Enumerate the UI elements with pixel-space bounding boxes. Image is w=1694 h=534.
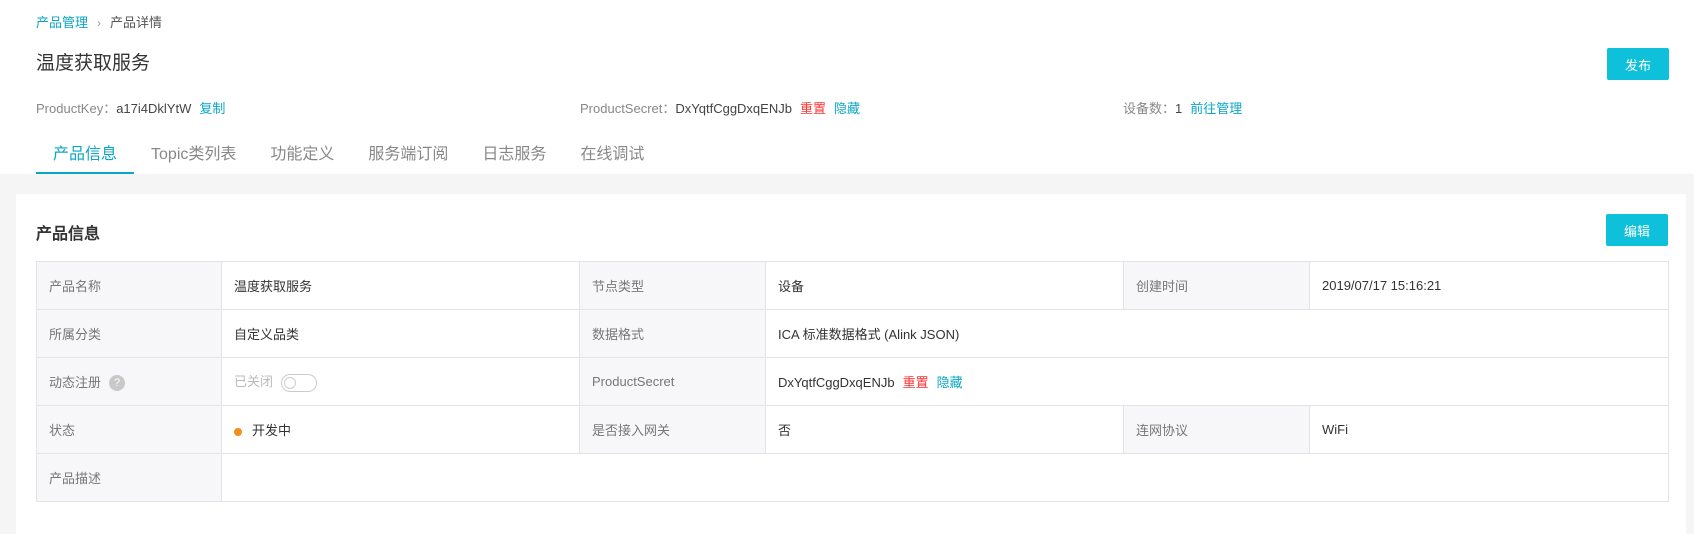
copy-link[interactable]: 复制	[199, 101, 225, 116]
publish-button[interactable]: 发布	[1607, 48, 1669, 80]
breadcrumb-current: 产品详情	[110, 15, 163, 30]
breadcrumb-separator-icon: ›	[97, 16, 102, 30]
table-row: 状态 开发中 是否接入网关 否 连网协议 WiFi	[36, 405, 1669, 454]
node-type-value: 设备	[765, 261, 1124, 310]
table-row: 所属分类 自定义品类 数据格式 ICA 标准数据格式 (Alink JSON)	[36, 309, 1669, 358]
toggle-knob-icon	[284, 376, 297, 389]
created-time-value: 2019/07/17 15:16:21	[1309, 261, 1669, 310]
reset-secret-link[interactable]: 重置	[800, 101, 826, 116]
tab-product-info[interactable]: 产品信息	[36, 128, 135, 174]
created-time-label: 创建时间	[1123, 261, 1310, 310]
tab-server-subscription[interactable]: 服务端订阅	[351, 128, 465, 174]
tab-online-debug[interactable]: 在线调试	[563, 128, 661, 174]
product-name-value: 温度获取服务	[221, 261, 580, 310]
node-type-label: 节点类型	[579, 261, 766, 310]
device-count-value: 1	[1175, 101, 1183, 116]
device-count-label: 设备数：	[1123, 101, 1176, 116]
data-format-label: 数据格式	[579, 309, 766, 358]
hide-secret-table-link[interactable]: 隐藏	[937, 375, 963, 390]
tab-topic-list[interactable]: Topic类列表	[134, 128, 253, 174]
product-secret-label: ProductSecret：	[580, 101, 676, 116]
product-secret-value: DxYqtfCggDxqENJb	[675, 101, 792, 116]
help-icon[interactable]: ?	[109, 375, 126, 392]
product-info-table: 产品名称 温度获取服务 节点类型 设备 创建时间 2019/07/17 15:1…	[36, 261, 1669, 502]
secret-cell: DxYqtfCggDxqENJb 重置 隐藏	[765, 357, 1669, 406]
dynamic-registration-cell: 动态注册?	[36, 357, 222, 406]
product-name-label: 产品名称	[36, 261, 222, 310]
card-title: 产品信息	[36, 226, 101, 243]
page-title: 温度获取服务	[36, 53, 151, 74]
status-value: 开发中	[252, 423, 292, 438]
table-row: 产品名称 温度获取服务 节点类型 设备 创建时间 2019/07/17 15:1…	[36, 261, 1669, 310]
tab-feature-definition[interactable]: 功能定义	[253, 128, 351, 174]
product-key-meta: ProductKey：a17i4DklYtW 复制	[36, 98, 225, 117]
manage-devices-link[interactable]: 前往管理	[1190, 101, 1242, 116]
dynamic-registration-toggle[interactable]	[281, 373, 318, 392]
product-key-value: a17i4DklYtW	[116, 101, 192, 116]
table-row: 产品描述	[36, 453, 1669, 502]
tab-log-service[interactable]: 日志服务	[465, 128, 563, 174]
category-label: 所属分类	[36, 309, 222, 358]
status-cell: 开发中	[221, 405, 580, 454]
device-count-meta: 设备数：1 前往管理	[1123, 98, 1242, 117]
secret-value: DxYqtfCggDxqENJb	[778, 375, 895, 390]
dynamic-registration-value: 已关闭	[234, 374, 274, 390]
status-dot-icon	[234, 427, 242, 436]
table-row: 动态注册? 已关闭 ProductSecret DxYqtfCggDxqENJb…	[36, 357, 1669, 406]
gateway-label: 是否接入网关	[579, 405, 766, 454]
dynamic-registration-cell-value: 已关闭	[221, 357, 580, 406]
dynamic-registration-label: 动态注册	[49, 374, 102, 390]
reset-secret-table-link[interactable]: 重置	[903, 375, 929, 390]
description-label: 产品描述	[36, 453, 222, 502]
breadcrumb: 产品管理 › 产品详情	[36, 12, 162, 31]
secret-label: ProductSecret	[579, 357, 766, 406]
breadcrumb-product-management[interactable]: 产品管理	[36, 15, 88, 30]
edit-button[interactable]: 编辑	[1606, 214, 1668, 246]
category-value: 自定义品类	[221, 309, 580, 358]
status-label: 状态	[36, 405, 222, 454]
hide-secret-link[interactable]: 隐藏	[834, 101, 860, 116]
tab-bar: 产品信息 Topic类列表 功能定义 服务端订阅 日志服务 在线调试	[36, 128, 661, 174]
data-format-value: ICA 标准数据格式 (Alink JSON)	[765, 309, 1669, 358]
product-secret-meta: ProductSecret：DxYqtfCggDxqENJb 重置 隐藏	[580, 98, 860, 117]
protocol-label: 连网协议	[1123, 405, 1310, 454]
product-info-card: 产品信息 编辑 产品名称 温度获取服务 节点类型 设备 创建时间 2019/07…	[16, 194, 1686, 534]
protocol-value: WiFi	[1309, 405, 1669, 454]
gateway-value: 否	[765, 405, 1124, 454]
product-key-label: ProductKey：	[36, 101, 117, 116]
page-header: 产品管理 › 产品详情 温度获取服务 发布 ProductKey：a17i4DklY…	[0, 0, 1694, 174]
description-value	[221, 453, 1669, 502]
